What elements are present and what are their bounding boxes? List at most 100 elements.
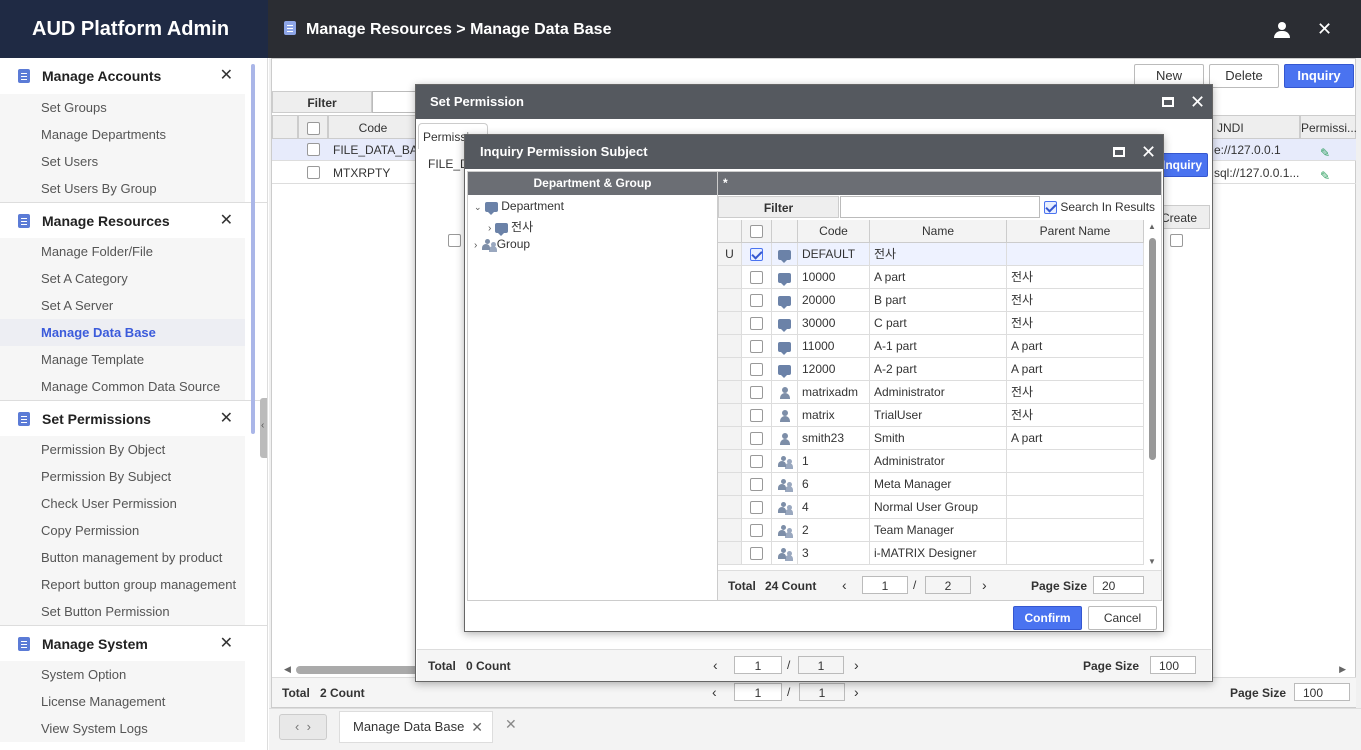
sidebar-item[interactable]: Set Button Permission [0,598,245,625]
page-size-input[interactable]: 100 [1150,656,1196,674]
select-all-checkbox[interactable] [448,234,461,247]
prev-page-icon[interactable]: ‹ [713,657,718,673]
collapse-icon[interactable]: ✕ [220,58,233,94]
confirm-button[interactable]: Confirm [1013,606,1082,630]
row-checkbox[interactable] [750,248,763,262]
row-checkbox[interactable] [307,143,320,156]
tab-manage-data-base[interactable]: Manage Data Base ✕ [339,711,493,743]
sidebar-section[interactable]: Manage Resources ✕ [0,202,267,238]
vertical-scrollbar[interactable]: ▲ ▼ [1146,220,1160,570]
sidebar-scrollbar[interactable] [251,64,255,434]
sidebar-item[interactable]: Permission By Object [0,436,245,463]
filter-input[interactable] [840,196,1040,218]
prev-page-icon[interactable]: ‹ [842,577,847,593]
department-icon [494,222,508,236]
select-all-checkbox[interactable] [742,220,772,243]
tab-nav-arrows[interactable]: ‹ › [279,714,327,740]
close-icon[interactable]: ✕ [1317,0,1332,58]
row-checkbox[interactable] [750,524,763,538]
collapse-icon[interactable]: ✕ [220,203,233,239]
column-jndi[interactable]: JNDI [1212,115,1300,139]
sidebar-section[interactable]: Manage Accounts ✕ [0,58,267,94]
collapse-icon[interactable]: ✕ [220,401,233,437]
column-parent-name[interactable]: Parent Name [1007,220,1144,243]
search-in-results-checkbox[interactable] [1044,201,1057,215]
edit-icon[interactable]: ✎ [1320,165,1330,187]
row-checkbox[interactable] [750,363,763,377]
sidebar-item[interactable]: Report button group management [0,571,245,598]
column-code[interactable]: Code [328,115,418,139]
edit-icon[interactable]: ✎ [1320,142,1330,164]
row-checkbox[interactable] [307,166,320,179]
row-checkbox[interactable] [750,340,763,354]
sidebar-section[interactable]: Set Permissions ✕ [0,400,267,436]
maximize-icon[interactable] [1113,147,1125,157]
sidebar-section[interactable]: Manage System ✕ [0,625,267,661]
row-checkbox[interactable] [750,478,763,492]
select-all-checkbox[interactable] [298,115,328,139]
next-page-icon[interactable]: › [854,684,859,700]
search-in-results[interactable]: Search In Results [1044,198,1155,216]
next-page-icon[interactable]: › [982,577,987,593]
cancel-button[interactable]: Cancel [1088,606,1157,630]
column-name[interactable]: Name [870,220,1007,243]
page-input[interactable]: 1 [862,576,908,594]
column-code[interactable]: Code [798,220,870,243]
next-page-icon[interactable]: › [854,657,859,673]
tree-node-jeonsa[interactable]: › 전사 [488,218,533,236]
sidebar-item[interactable]: Manage Data Base [0,319,245,346]
department-group-tree: Department & Group ⌄ Department › 전사 › G… [467,171,718,601]
sidebar-item[interactable]: Set A Category [0,265,245,292]
page-size-input[interactable]: 100 [1294,683,1350,701]
group-icon [777,524,793,537]
row-checkbox[interactable] [750,294,763,308]
row-checkbox[interactable] [750,271,763,285]
sidebar-item[interactable]: System Option [0,661,245,688]
row-checkbox[interactable] [750,409,763,423]
tree-node-group[interactable]: › Group [474,237,530,251]
row-checkbox[interactable] [750,501,763,515]
delete-button[interactable]: Delete [1209,64,1279,88]
sidebar-item[interactable]: Permission By Subject [0,463,245,490]
row-code: 10000 [798,266,870,289]
sidebar-item[interactable]: Button management by product [0,544,245,571]
row-checkbox[interactable] [750,547,763,561]
prev-page-icon[interactable]: ‹ [712,684,717,700]
column-permission[interactable]: Permissi... [1300,115,1357,139]
row-parent-name [1007,496,1144,519]
sidebar-collapse-handle[interactable]: ‹ [260,398,267,458]
sidebar-item[interactable]: Check User Permission [0,490,245,517]
row-name: A-2 part [870,358,1007,381]
sidebar-item[interactable]: View System Logs [0,715,245,742]
sidebar-item[interactable]: Set Groups [0,94,245,121]
row-checkbox[interactable] [750,317,763,331]
sidebar-item[interactable]: Manage Departments [0,121,245,148]
sidebar-section-title: Manage System [42,636,148,652]
collapse-icon[interactable]: ✕ [220,626,233,662]
sidebar-item[interactable]: Manage Template [0,346,245,373]
page-input[interactable]: 1 [734,683,782,701]
tab-close-icon[interactable]: ✕ [471,712,483,742]
user-icon[interactable] [1274,0,1290,58]
tree-node-department[interactable]: ⌄ Department [474,199,564,215]
sidebar-item[interactable]: Set Users [0,148,245,175]
sidebar-item[interactable]: Copy Permission [0,517,245,544]
sidebar-item[interactable]: Manage Common Data Source [0,373,245,400]
sidebar-item[interactable]: Set Users By Group [0,175,245,202]
subject-panel: * Filter Search In Results Code Name Par… [718,171,1162,601]
row-checkbox[interactable] [750,432,763,446]
page-size-input[interactable]: 20 [1093,576,1144,594]
row-checkbox[interactable] [750,455,763,469]
maximize-icon[interactable] [1162,97,1174,107]
row-checkbox[interactable] [750,386,763,400]
sidebar-item[interactable]: License Management [0,688,245,715]
sidebar-item[interactable]: Set A Server [0,292,245,319]
sidebar-item[interactable]: Manage Folder/File [0,238,245,265]
inquiry-button[interactable]: Inquiry [1284,64,1354,88]
close-all-tabs-icon[interactable]: ✕ [505,716,517,733]
row-code: 12000 [798,358,870,381]
close-icon[interactable]: ✕ [1190,85,1205,119]
close-icon[interactable]: ✕ [1141,135,1156,169]
page-input[interactable]: 1 [734,656,782,674]
create-all-checkbox[interactable] [1170,234,1183,247]
